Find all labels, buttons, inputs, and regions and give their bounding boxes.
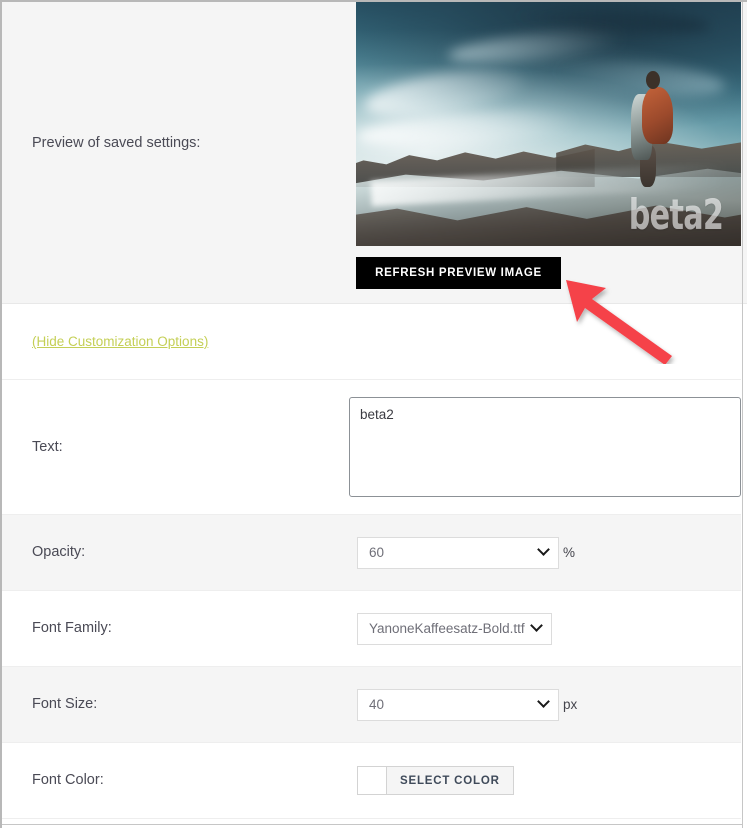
- font-color-field-cell: SELECT COLOR: [357, 766, 741, 795]
- text-label: Text:: [32, 438, 63, 455]
- font-family-select-wrap: YanoneKaffeesatz-Bold.ttf: [357, 612, 552, 645]
- page-right-edge: [742, 2, 743, 828]
- customization-toggle-row: (Hide Customization Options): [2, 304, 741, 380]
- font-size-unit: px: [563, 697, 578, 712]
- select-color-button[interactable]: SELECT COLOR: [387, 766, 514, 795]
- font-color-swatch[interactable]: [357, 766, 387, 795]
- preview-section: Preview of saved settings: beta2 REFRESH…: [2, 2, 747, 304]
- text-field-cell: [349, 397, 741, 497]
- opacity-label: Opacity:: [32, 544, 86, 561]
- font-family-field-cell: YanoneKaffeesatz-Bold.ttf: [357, 612, 741, 645]
- opacity-row: Opacity: 60 %: [2, 515, 741, 591]
- preview-image: beta2: [356, 2, 741, 246]
- text-row: Text:: [2, 380, 741, 515]
- font-color-label: Font Color:: [32, 772, 104, 789]
- font-size-row: Font Size: 40 px: [2, 667, 741, 743]
- settings-page: Preview of saved settings: beta2 REFRESH…: [0, 0, 747, 828]
- watermark-text-input[interactable]: [349, 397, 741, 497]
- font-size-field-cell: 40 px: [357, 688, 741, 721]
- font-size-select[interactable]: 40: [357, 688, 559, 721]
- font-family-label: Font Family:: [32, 620, 112, 637]
- font-family-select[interactable]: YanoneKaffeesatz-Bold.ttf: [357, 612, 552, 645]
- hide-customization-options-link[interactable]: (Hide Customization Options): [32, 334, 208, 349]
- font-color-row: Font Color: SELECT COLOR: [2, 743, 741, 819]
- photo-hiker: [626, 71, 680, 187]
- opacity-select-wrap: 60: [357, 536, 559, 569]
- photo-hiker-backpack: [641, 87, 673, 144]
- opacity-field-cell: 60 %: [357, 536, 741, 569]
- preview-label: Preview of saved settings:: [32, 135, 201, 151]
- font-size-select-wrap: 40: [357, 688, 559, 721]
- opacity-select[interactable]: 60: [357, 536, 559, 569]
- watermark-text: beta2: [628, 190, 724, 239]
- font-size-label: Font Size:: [32, 696, 98, 713]
- font-family-row: Font Family: YanoneKaffeesatz-Bold.ttf: [2, 591, 741, 667]
- refresh-preview-image-button[interactable]: REFRESH PREVIEW IMAGE: [356, 257, 561, 289]
- color-picker-group: SELECT COLOR: [357, 766, 514, 795]
- page-bottom-edge: [2, 824, 743, 825]
- opacity-unit: %: [563, 545, 576, 560]
